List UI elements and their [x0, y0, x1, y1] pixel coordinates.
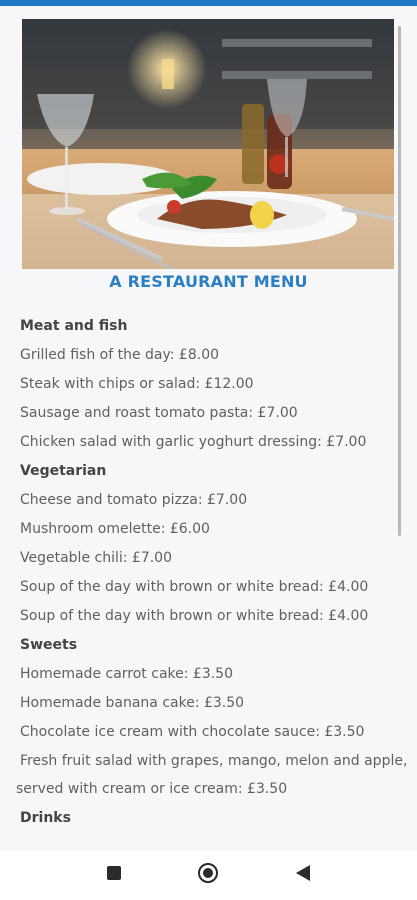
menu-list: Meat and fish Grilled fish of the day: £… — [16, 316, 408, 837]
navigation-bar — [0, 851, 417, 900]
section-heading-sweets: Sweets — [20, 637, 78, 653]
hero-image — [22, 19, 394, 269]
section-heading-vegetarian: Vegetarian — [20, 463, 107, 479]
menu-item: Chocolate ice cream with chocolate sauce… — [20, 724, 365, 740]
scrollbar[interactable] — [398, 26, 401, 536]
home-button[interactable] — [196, 863, 220, 887]
menu-item: Steak with chips or salad: £12.00 — [20, 376, 254, 392]
menu-item: Homemade banana cake: £3.50 — [20, 695, 245, 711]
section-heading-drinks: Drinks — [20, 810, 71, 826]
menu-item: Homemade carrot cake: £3.50 — [20, 666, 233, 682]
section-heading-meat-fish: Meat and fish — [20, 318, 128, 334]
menu-item: Grilled fish of the day: £8.00 — [20, 347, 220, 363]
page-content: A RESTAURANT MENU Meat and fish Grilled … — [0, 6, 417, 851]
triangle-back-icon — [295, 864, 311, 886]
menu-item: Chicken salad with garlic yoghurt dressi… — [20, 434, 367, 450]
square-icon — [106, 865, 122, 885]
menu-item: Soup of the day with brown or white brea… — [20, 608, 369, 624]
menu-item: Soup of the day with brown or white brea… — [20, 579, 369, 595]
menu-item-continued: served with cream or ice cream: £3.50 — [16, 781, 288, 797]
page-title: A RESTAURANT MENU — [109, 272, 308, 291]
back-button[interactable] — [291, 863, 315, 887]
menu-item: Vegetable chili: £7.00 — [20, 550, 172, 566]
menu-item: Fresh fruit salad with grapes, mango, me… — [20, 753, 408, 769]
circle-icon — [197, 862, 219, 888]
menu-item: Mushroom omelette: £6.00 — [20, 521, 210, 537]
menu-item: Cheese and tomato pizza: £7.00 — [20, 492, 248, 508]
recents-button[interactable] — [102, 863, 126, 887]
menu-item: Sausage and roast tomato pasta: £7.00 — [20, 405, 298, 421]
